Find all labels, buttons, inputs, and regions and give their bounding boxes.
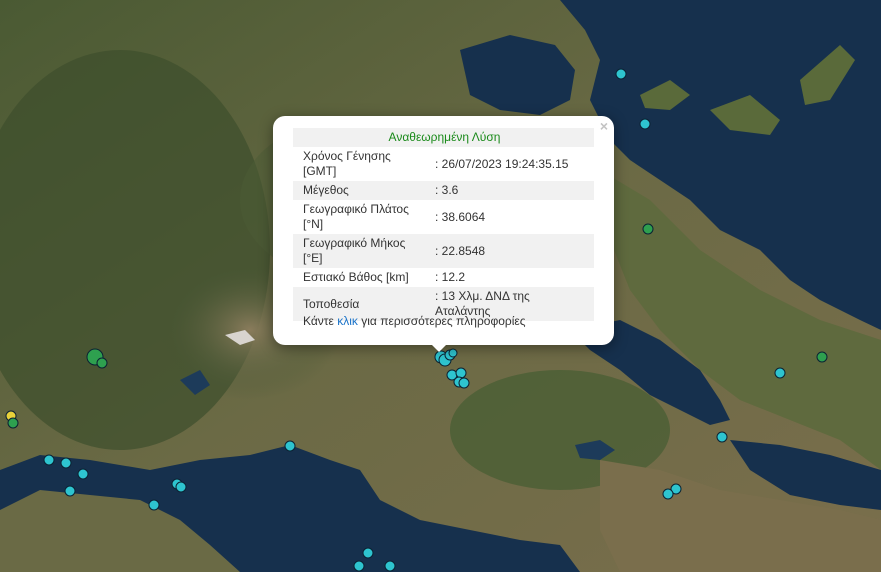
info-row-longitude: Γεωγραφικό Μήκος [°E] : 22.8548	[293, 234, 594, 268]
earthquake-marker[interactable]	[384, 560, 396, 572]
info-row-latitude: Γεωγραφικό Πλάτος [°N] : 38.6064	[293, 200, 594, 234]
footer-prefix: Κάντε	[303, 314, 334, 328]
info-value: : 12.2	[435, 270, 466, 284]
earthquake-marker[interactable]	[774, 367, 786, 379]
more-info-link[interactable]: κλικ	[337, 314, 358, 328]
earthquake-marker[interactable]	[175, 481, 187, 493]
info-value: : 26/07/2023 19:24:35.15	[435, 156, 569, 171]
earthquake-marker[interactable]	[642, 223, 654, 235]
popup-footer: Κάντε κλικ για περισσότερες πληροφορίες	[303, 314, 526, 328]
earthquake-info-table: Αναθεωρημένη Λύση Χρόνος Γένησης [GMT] :…	[293, 128, 594, 321]
info-label: Χρόνος Γένησης [GMT]	[303, 149, 391, 178]
footer-suffix: για περισσότερες πληροφορίες	[361, 314, 526, 328]
earthquake-marker[interactable]	[455, 367, 467, 379]
info-row-depth: Εστιακό Βάθος [km] : 12.2	[293, 268, 594, 287]
earthquake-marker[interactable]	[77, 468, 89, 480]
earthquake-marker[interactable]	[639, 118, 651, 130]
earthquake-marker[interactable]	[716, 431, 728, 443]
earthquake-marker[interactable]	[662, 488, 674, 500]
earthquake-marker[interactable]	[284, 440, 296, 452]
earthquake-marker[interactable]	[816, 351, 828, 363]
earthquake-marker[interactable]	[64, 485, 76, 497]
info-label: Εστιακό Βάθος [km]	[303, 270, 409, 284]
popup-pointer	[431, 344, 447, 352]
earthquake-marker[interactable]	[458, 377, 470, 389]
revised-solution-heading: Αναθεωρημένη Λύση	[293, 128, 594, 147]
info-label: Γεωγραφικό Πλάτος [°N]	[303, 202, 409, 231]
earthquake-marker[interactable]	[7, 417, 19, 429]
info-value: : 22.8548	[431, 234, 594, 268]
info-value: : 3.6	[431, 181, 594, 200]
earthquake-popup: × Αναθεωρημένη Λύση Χρόνος Γένησης [GMT]…	[273, 116, 614, 345]
info-label: Γεωγραφικό Μήκος [°E]	[293, 234, 431, 268]
info-heading-row: Αναθεωρημένη Λύση	[293, 128, 594, 147]
info-row-time: Χρόνος Γένησης [GMT] : 26/07/2023 19:24:…	[293, 147, 594, 181]
earthquake-marker[interactable]	[148, 499, 160, 511]
earthquake-marker[interactable]	[353, 560, 365, 572]
earthquake-marker[interactable]	[96, 357, 108, 369]
info-row-magnitude: Μέγεθος : 3.6	[293, 181, 594, 200]
close-icon[interactable]: ×	[600, 119, 608, 133]
info-value: : 38.6064	[435, 209, 486, 224]
earthquake-marker[interactable]	[43, 454, 55, 466]
earthquake-marker[interactable]	[60, 457, 72, 469]
info-label: Μέγεθος	[293, 181, 431, 200]
earthquake-marker[interactable]	[615, 68, 627, 80]
earthquake-marker[interactable]	[362, 547, 374, 559]
earthquake-marker[interactable]	[448, 348, 458, 358]
